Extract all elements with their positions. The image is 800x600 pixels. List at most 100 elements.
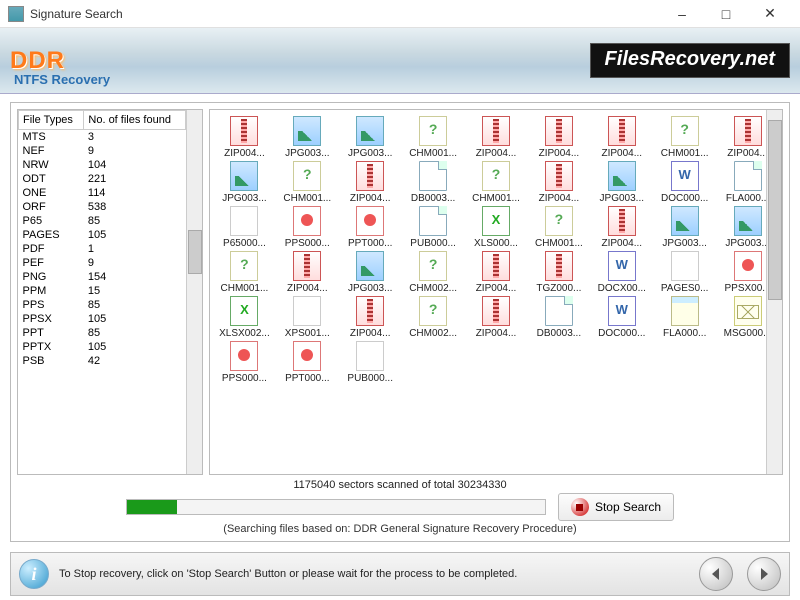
- file-item[interactable]: CHM002...: [403, 251, 464, 294]
- next-button[interactable]: [747, 557, 781, 591]
- file-item[interactable]: PUB000...: [340, 341, 401, 384]
- file-label: PPT000...: [340, 238, 401, 249]
- file-type-row[interactable]: PSB42: [19, 354, 186, 368]
- file-item[interactable]: ZIP004...: [277, 251, 338, 294]
- file-type-row[interactable]: ODT221: [19, 172, 186, 186]
- file-icon: [608, 116, 636, 146]
- file-item[interactable]: CHM001...: [403, 116, 464, 159]
- file-item[interactable]: CHM001...: [654, 116, 715, 159]
- file-type-row[interactable]: PNG154: [19, 270, 186, 284]
- file-type-row[interactable]: PPT85: [19, 326, 186, 340]
- file-icon: [293, 161, 321, 191]
- file-item[interactable]: CHM002...: [403, 296, 464, 339]
- file-icon: [608, 296, 636, 326]
- file-item[interactable]: XLSX002...: [214, 296, 275, 339]
- file-type-row[interactable]: ONE114: [19, 186, 186, 200]
- file-item[interactable]: XPS001...: [277, 296, 338, 339]
- file-item[interactable]: ZIP004...: [340, 296, 401, 339]
- file-item[interactable]: JPG003...: [340, 251, 401, 294]
- file-label: CHM002...: [403, 328, 464, 339]
- file-label: PAGES0...: [654, 283, 715, 294]
- file-type-row[interactable]: PPTX105: [19, 340, 186, 354]
- back-button[interactable]: [699, 557, 733, 591]
- file-item[interactable]: CHM001...: [528, 206, 589, 249]
- file-type-row[interactable]: PAGES105: [19, 228, 186, 242]
- results-scrollbar[interactable]: [766, 110, 782, 474]
- file-icon: [734, 116, 762, 146]
- file-label: CHM001...: [214, 283, 275, 294]
- file-label: CHM001...: [466, 193, 527, 204]
- file-item[interactable]: JPG003...: [340, 116, 401, 159]
- file-item[interactable]: P65000...: [214, 206, 275, 249]
- app-icon: [8, 6, 24, 22]
- file-type-row[interactable]: PPS85: [19, 298, 186, 312]
- minimize-button[interactable]: –: [660, 0, 704, 28]
- col-file-types[interactable]: File Types: [19, 111, 84, 130]
- file-type-row[interactable]: NRW104: [19, 158, 186, 172]
- file-type-row[interactable]: ORF538: [19, 200, 186, 214]
- file-item[interactable]: ZIP004...: [591, 116, 652, 159]
- file-label: ZIP004...: [528, 148, 589, 159]
- file-item[interactable]: DB0003...: [528, 296, 589, 339]
- file-icon: [734, 251, 762, 281]
- file-label: ZIP004...: [466, 328, 527, 339]
- file-item[interactable]: DB0003...: [403, 161, 464, 204]
- file-type-row[interactable]: NEF9: [19, 144, 186, 158]
- file-item[interactable]: DOCX00...: [591, 251, 652, 294]
- stop-label: Stop Search: [595, 500, 661, 514]
- file-item[interactable]: ZIP004...: [528, 116, 589, 159]
- file-item[interactable]: ZIP004...: [466, 116, 527, 159]
- file-type-row[interactable]: PDF1: [19, 242, 186, 256]
- file-icon: [608, 206, 636, 236]
- file-icon: [230, 116, 258, 146]
- file-item[interactable]: ZIP004...: [591, 206, 652, 249]
- file-item[interactable]: FLA000...: [654, 296, 715, 339]
- file-item[interactable]: DOC000...: [654, 161, 715, 204]
- file-item[interactable]: JPG003...: [654, 206, 715, 249]
- logo: DDR: [10, 47, 65, 75]
- file-item[interactable]: JPG003...: [277, 116, 338, 159]
- file-item[interactable]: PPS000...: [277, 206, 338, 249]
- file-icon: [545, 296, 573, 326]
- file-icon: [545, 251, 573, 281]
- file-label: PUB000...: [403, 238, 464, 249]
- file-item[interactable]: JPG003...: [591, 161, 652, 204]
- file-item[interactable]: CHM001...: [277, 161, 338, 204]
- file-icon: [671, 206, 699, 236]
- file-item[interactable]: CHM001...: [466, 161, 527, 204]
- close-button[interactable]: ✕: [748, 0, 792, 28]
- file-item[interactable]: ZIP004...: [214, 116, 275, 159]
- file-type-row[interactable]: PPM15: [19, 284, 186, 298]
- file-label: XLS000...: [466, 238, 527, 249]
- file-type-row[interactable]: P6585: [19, 214, 186, 228]
- maximize-button[interactable]: □: [704, 0, 748, 28]
- file-item[interactable]: PUB000...: [403, 206, 464, 249]
- file-item[interactable]: TGZ000...: [528, 251, 589, 294]
- file-label: ZIP004...: [277, 283, 338, 294]
- file-item[interactable]: XLS000...: [466, 206, 527, 249]
- file-label: PPS000...: [277, 238, 338, 249]
- file-item[interactable]: JPG003...: [214, 161, 275, 204]
- stop-search-button[interactable]: Stop Search: [558, 493, 674, 521]
- file-icon: [356, 296, 384, 326]
- file-item[interactable]: PPT000...: [340, 206, 401, 249]
- file-item[interactable]: ZIP004...: [340, 161, 401, 204]
- file-item[interactable]: ZIP004...: [528, 161, 589, 204]
- col-file-count[interactable]: No. of files found: [84, 111, 186, 130]
- file-item[interactable]: PPT000...: [277, 341, 338, 384]
- file-type-row[interactable]: PEF9: [19, 256, 186, 270]
- file-item[interactable]: CHM001...: [214, 251, 275, 294]
- types-scrollbar[interactable]: [186, 110, 202, 474]
- header-subtitle: NTFS Recovery: [14, 72, 110, 87]
- file-type-row[interactable]: PPSX105: [19, 312, 186, 326]
- file-type-row[interactable]: MTS3: [19, 130, 186, 145]
- file-item[interactable]: PAGES0...: [654, 251, 715, 294]
- file-icon: [671, 251, 699, 281]
- tip-text: To Stop recovery, click on 'Stop Search'…: [59, 568, 685, 580]
- file-item[interactable]: ZIP004...: [466, 251, 527, 294]
- file-item[interactable]: PPS000...: [214, 341, 275, 384]
- file-label: ZIP004...: [340, 193, 401, 204]
- file-item[interactable]: ZIP004...: [466, 296, 527, 339]
- main-frame: File Types No. of files found MTS3NEF9NR…: [10, 102, 790, 542]
- file-item[interactable]: DOC000...: [591, 296, 652, 339]
